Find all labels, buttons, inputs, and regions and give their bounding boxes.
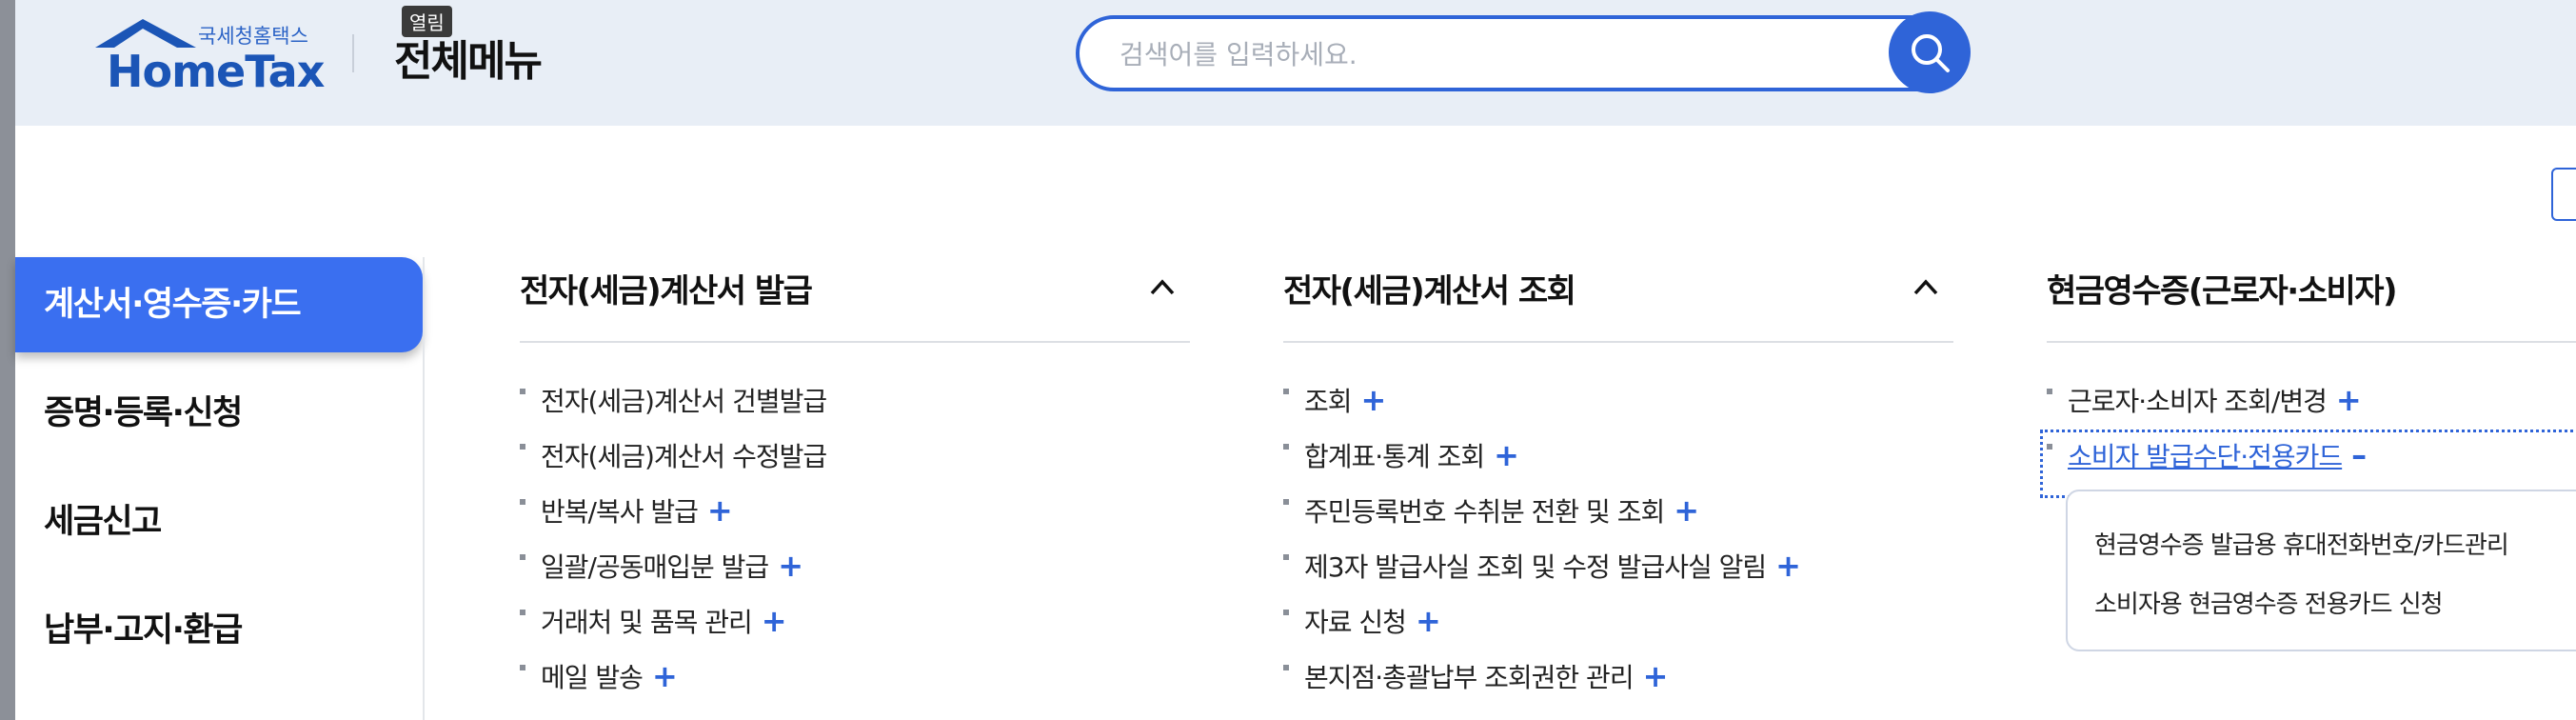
submenu-box: 현금영수증 발급용 휴대전화번호/카드관리 소비자용 현금영수증 전용카드 신청	[2066, 490, 2576, 651]
menu-item-label: 자료 신청	[1304, 607, 1407, 638]
menu-item-label: 주민등록번호 수취분 전환 및 조회	[1304, 496, 1665, 528]
menu-column-cash-receipt: 현금영수증(근로자·소비자) 근로자·소비자 조회/변경 + 소비자 발급수단·전…	[2040, 257, 2576, 498]
menu-item[interactable]: 합계표·통계 조회 +	[1283, 436, 1800, 491]
menu-item-label: 일괄/공동매입분 발급	[541, 551, 769, 583]
column-header: 전자(세금)계산서 조회	[1283, 257, 1953, 343]
menu-list: 전자(세금)계산서 건별발급 전자(세금)계산서 수정발급 반복/복사 발급 + …	[520, 381, 827, 712]
expand-plus-icon[interactable]: +	[2336, 382, 2362, 418]
chevron-up-icon[interactable]	[1148, 276, 1177, 299]
menu-item[interactable]: 자료 신청 +	[1283, 602, 1800, 657]
menu-list: 근로자·소비자 조회/변경 + 소비자 발급수단·전용카드 –	[2040, 381, 2576, 498]
bullet-icon	[520, 665, 525, 670]
header-divider	[352, 34, 354, 72]
expand-plus-icon[interactable]: +	[652, 658, 678, 694]
search-input[interactable]	[1118, 19, 1883, 90]
column-title: 전자(세금)계산서 발급	[520, 272, 813, 310]
menu-item-label: 반복/복사 발급	[541, 496, 699, 528]
menu-item-label: 제3자 발급사실 조회 및 수정 발급사실 알림	[1304, 551, 1767, 583]
menu-item-label: 메일 발송	[541, 662, 644, 693]
menu-item-label: 합계표·통계 조회	[1304, 441, 1485, 472]
menu-item[interactable]: 반복/복사 발급 +	[520, 491, 826, 547]
menu-list: 조회 + 합계표·통계 조회 + 주민등록번호 수취분 전환 및 조회 + 제3자 발…	[1283, 381, 1801, 712]
logo-wordmark: HomeTax	[107, 46, 325, 97]
expand-plus-icon[interactable]: +	[1674, 492, 1699, 529]
menu-item-label: 전자(세금)계산서 수정발급	[541, 441, 827, 472]
bullet-icon	[520, 444, 525, 450]
sidebar-item-payment-refund[interactable]: 납부·고지·환급	[15, 583, 423, 678]
hometax-logo[interactable]: 국세청홈택스 HomeTax	[72, 15, 325, 101]
corner-button[interactable]	[2551, 168, 2576, 221]
search-box	[1076, 15, 1919, 91]
submenu-item[interactable]: 현금영수증 발급용 휴대전화번호/카드관리	[2094, 526, 2509, 561]
tooltip: 열림	[402, 6, 452, 37]
sidebar: 계산서·영수증·카드 증명·등록·신청 세금신고 납부·고지·환급	[15, 257, 423, 691]
header: 국세청홈택스 HomeTax 전체메뉴 열림	[15, 0, 2576, 126]
expand-plus-icon[interactable]: +	[1494, 437, 1519, 473]
bullet-icon	[520, 554, 525, 560]
bullet-icon	[2047, 389, 2052, 394]
expand-plus-icon[interactable]: +	[1775, 548, 1801, 584]
collapse-minus-icon[interactable]: –	[2351, 437, 2367, 473]
sidebar-item-certificate-registration[interactable]: 증명·등록·신청	[15, 366, 423, 461]
menu-item-expanded[interactable]: 소비자 발급수단·전용카드 –	[2040, 430, 2576, 498]
menu-item[interactable]: 전자(세금)계산서 건별발급	[520, 381, 827, 436]
menu-column-issue: 전자(세금)계산서 발급 전자(세금)계산서 건별발급 전자(세금)계산서 수정…	[520, 257, 1190, 694]
search-icon	[1912, 34, 1950, 72]
menu-item-label: 본지점·총괄납부 조회권한 관리	[1304, 662, 1635, 693]
menu-item[interactable]: 본지점·총괄납부 조회권한 관리 +	[1283, 657, 1800, 712]
sidebar-divider	[423, 257, 425, 720]
menu-item-label: 거래처 및 품목 관리	[541, 607, 753, 638]
column-header: 전자(세금)계산서 발급	[520, 257, 1190, 343]
expand-plus-icon[interactable]: +	[1361, 382, 1387, 418]
menu-item[interactable]: 조회 +	[1283, 381, 1800, 436]
search-button[interactable]	[1889, 11, 1971, 93]
bullet-icon	[1283, 665, 1289, 670]
expand-plus-icon[interactable]: +	[707, 492, 733, 529]
bullet-icon	[1283, 499, 1289, 505]
bullet-icon	[520, 610, 525, 615]
menu-column-inquiry: 전자(세금)계산서 조회 조회 + 합계표·통계 조회 + 주민등록번호 수취분 전…	[1283, 257, 1953, 694]
submenu-item[interactable]: 소비자용 현금영수증 전용카드 신청	[2094, 585, 2444, 620]
bullet-icon	[1283, 610, 1289, 615]
expand-plus-icon[interactable]: +	[1416, 603, 1441, 639]
bullet-icon	[1283, 389, 1289, 394]
menu-item-label: 근로자·소비자 조회/변경	[2068, 386, 2328, 417]
chevron-up-icon[interactable]	[1912, 276, 1940, 299]
window-edge	[0, 0, 15, 720]
menu-item[interactable]: 제3자 발급사실 조회 및 수정 발급사실 알림 +	[1283, 547, 1801, 602]
bullet-icon	[1283, 444, 1289, 450]
menu-item[interactable]: 근로자·소비자 조회/변경 +	[2047, 381, 2576, 436]
sidebar-item-tax-filing[interactable]: 세금신고	[15, 474, 423, 570]
menu-item-label: 소비자 발급수단·전용카드	[2068, 441, 2343, 472]
menu-item[interactable]: 주민등록번호 수취분 전환 및 조회 +	[1283, 491, 1800, 547]
expand-plus-icon[interactable]: +	[778, 548, 803, 584]
bullet-icon	[520, 499, 525, 505]
menu-item[interactable]: 전자(세금)계산서 수정발급	[520, 436, 827, 491]
menu-item-label: 전자(세금)계산서 건별발급	[541, 386, 827, 417]
expand-plus-icon[interactable]: +	[1643, 658, 1669, 694]
menu-item-label: 조회	[1304, 386, 1353, 417]
menu-item[interactable]: 거래처 및 품목 관리 +	[520, 602, 826, 657]
column-title: 현금영수증(근로자·소비자)	[2047, 272, 2398, 310]
column-title: 전자(세금)계산서 조회	[1283, 272, 1576, 310]
expand-plus-icon[interactable]: +	[762, 603, 787, 639]
bullet-icon	[2047, 444, 2052, 450]
bullet-icon	[1283, 554, 1289, 560]
house-roof-icon	[95, 19, 196, 48]
sidebar-item-invoice-receipt-card[interactable]: 계산서·영수증·카드	[15, 257, 423, 352]
menu-item[interactable]: 일괄/공동매입분 발급 +	[520, 547, 826, 602]
menu-item[interactable]: 메일 발송 +	[520, 657, 826, 712]
bullet-icon	[520, 389, 525, 394]
column-header: 현금영수증(근로자·소비자)	[2047, 257, 2576, 343]
